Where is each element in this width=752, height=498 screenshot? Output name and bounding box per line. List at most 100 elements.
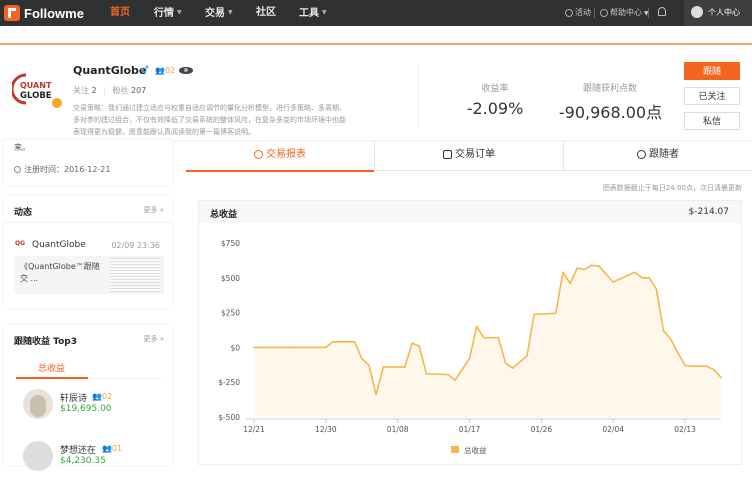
watched-button[interactable]: 已关注	[684, 87, 740, 105]
nav-item-market[interactable]: 行情 ▼	[154, 0, 182, 26]
message-button[interactable]: 私信	[684, 112, 740, 130]
user-logo-icon: QG	[15, 240, 26, 247]
data-point	[353, 341, 356, 343]
level-value: 01	[111, 444, 123, 453]
data-point	[332, 341, 334, 343]
report-tabs: 交易报表 交易订单 跟随者	[186, 141, 752, 171]
top3-item[interactable]: 梦想还在 👥01 $4,230.35	[4, 439, 172, 471]
data-point	[598, 265, 600, 267]
nav-label: 首页	[110, 7, 130, 18]
data-point	[418, 345, 421, 347]
top3-item[interactable]: 轩辰诗 👥02 $19,695.00	[4, 387, 172, 423]
users-icon: 👥	[155, 66, 165, 75]
follow-count: 2	[91, 86, 97, 95]
data-point	[375, 393, 377, 396]
tab-underline	[16, 377, 88, 379]
activity-link[interactable]: 活动	[565, 0, 591, 26]
personal-center-button[interactable]: 个人中心	[684, 0, 752, 26]
avatar	[23, 389, 53, 419]
nav-item-tools[interactable]: 工具 ▼	[299, 0, 327, 26]
tab-trade-orders[interactable]: 交易订单	[375, 141, 563, 171]
data-point	[655, 288, 658, 290]
personal-center-label: 个人中心	[708, 8, 740, 17]
bell-icon[interactable]	[658, 7, 666, 16]
data-point	[590, 264, 593, 267]
top-navbar: Followme 首页 行情 ▼ 交易 ▼ 社区 工具 ▼ 活动 帮助中心 ▼ 个人中心	[0, 0, 752, 26]
data-point	[583, 268, 586, 271]
divider	[418, 65, 419, 127]
data-point	[483, 336, 485, 339]
return-rate-value: -2.09%	[466, 99, 524, 118]
feed-time: 02/09 23:36	[111, 241, 160, 250]
data-point	[368, 364, 370, 367]
data-point	[633, 271, 636, 274]
level-value: 02	[101, 392, 113, 401]
y-tick-label: $-250	[218, 378, 240, 387]
y-tick-label: $0	[230, 343, 240, 352]
top3-name: 梦想还在	[60, 446, 97, 456]
nav-item-trade[interactable]: 交易 ▼	[205, 0, 233, 26]
help-center-link[interactable]: 帮助中心 ▼	[600, 0, 649, 26]
top3-tab-total[interactable]: 总收益	[38, 361, 65, 374]
avatar	[23, 441, 53, 471]
trader-name[interactable]: QuantGlobe	[73, 64, 146, 77]
data-point	[669, 338, 672, 340]
nav-item-community[interactable]: 社区	[256, 0, 276, 26]
top3-amount: $19,695.00	[60, 404, 112, 414]
data-point	[454, 379, 456, 381]
strategy-description: 交易策略：我们通过建立适应与权重自适应调节的量化分析模型，进行多策略、多周期、多…	[73, 104, 346, 136]
x-tick-label: 02/04	[602, 425, 624, 434]
clock-icon	[14, 166, 21, 173]
gift-icon	[565, 8, 573, 17]
data-update-note: 图表数据截止于每日24:00点，次日清晨更新	[602, 184, 742, 192]
profit-area-chart[interactable]: $750 $500 $250 $0 $-250 $-50012/21 12/30 01/08 0…	[199, 223, 743, 466]
feed-post[interactable]: 《QuantGlobe™跟随交 ...	[14, 256, 164, 294]
x-tick-label: 12/30	[315, 425, 337, 434]
y-tick-label: $-500	[218, 413, 240, 422]
tab-label: 交易订单	[455, 149, 495, 160]
data-point	[511, 367, 514, 370]
chart-header: 总收益 $-214.07	[199, 201, 741, 223]
nav-label: 交易	[205, 8, 225, 19]
tab-followers[interactable]: 跟随者	[564, 141, 752, 171]
data-point	[662, 329, 665, 332]
legend-label: 总收益	[464, 445, 487, 455]
double-chevron-right-icon: »	[159, 206, 164, 214]
profile-intro-card: 来。 注册时间：2016-12-21	[4, 140, 172, 186]
pie-chart-icon	[254, 149, 263, 159]
data-point	[411, 342, 413, 345]
followme-logo[interactable]: Followme	[4, 3, 84, 23]
level-badge: 👥01	[102, 444, 123, 453]
top3-more-link[interactable]: 更多 »	[143, 334, 164, 344]
data-point	[404, 366, 406, 368]
nav-item-home[interactable]: 首页	[110, 0, 130, 26]
feed-user[interactable]: QuantGlobe	[32, 240, 86, 250]
data-point	[691, 365, 694, 367]
top3-name: 轩辰诗	[60, 394, 88, 404]
double-chevron-right-icon: »	[159, 335, 164, 343]
logo-line-1: QUANT	[20, 81, 52, 90]
feed-more-link[interactable]: 更多 »	[143, 205, 164, 215]
nav-label: 行情	[154, 8, 174, 19]
tab-label: 跟随者	[649, 149, 679, 160]
chevron-down-icon: ▼	[322, 9, 327, 16]
data-point	[569, 282, 571, 285]
data-point	[526, 354, 528, 357]
tab-trade-report[interactable]: 交易报表	[186, 141, 374, 171]
data-point	[289, 346, 291, 349]
x-tick-label: 01/26	[531, 425, 553, 434]
y-tick-label: $500	[221, 274, 240, 283]
divider	[594, 8, 595, 18]
follow-button[interactable]: 跟随	[684, 62, 740, 80]
feed-title: 动态	[14, 208, 33, 218]
male-icon: ♂	[140, 65, 149, 76]
verified-badge-icon	[52, 98, 62, 108]
data-point	[612, 281, 615, 283]
data-point	[382, 366, 385, 368]
data-point	[504, 361, 507, 364]
data-point	[713, 368, 715, 371]
data-point	[576, 267, 579, 269]
data-point	[360, 357, 363, 360]
logo-line-2: GLOBE	[20, 91, 52, 101]
eye-icon	[179, 67, 193, 74]
